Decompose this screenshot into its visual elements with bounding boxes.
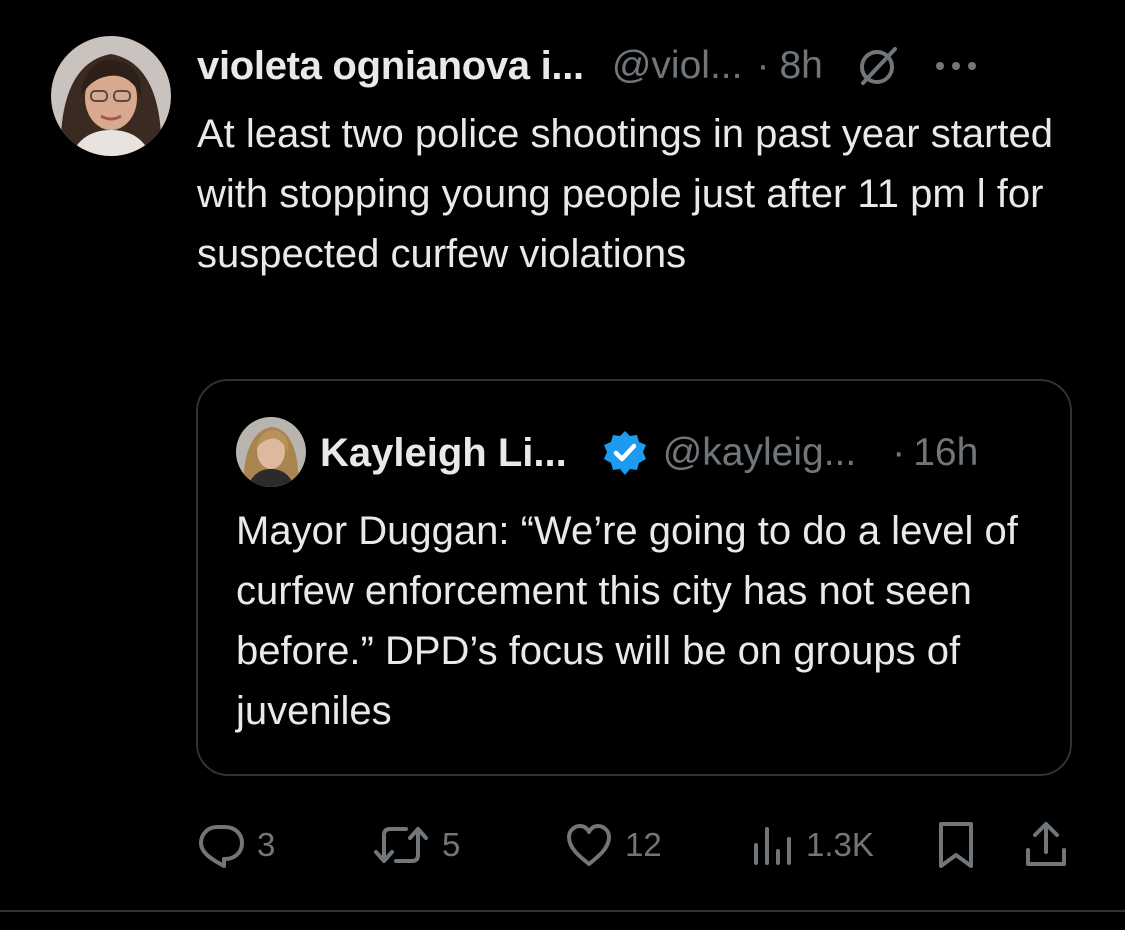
views-chart-icon xyxy=(754,827,791,865)
author-handle[interactable]: @viol... xyxy=(612,44,743,88)
tweet-divider xyxy=(0,910,1125,912)
quote-timestamp[interactable]: 16h xyxy=(913,431,978,475)
quote-avatar[interactable] xyxy=(236,417,306,487)
repost-icon xyxy=(374,827,428,863)
tweet-timestamp[interactable]: 8h xyxy=(779,44,822,88)
like-count: 12 xyxy=(625,826,662,863)
quote-author-name[interactable]: Kayleigh Li... xyxy=(320,431,567,476)
repost-count: 5 xyxy=(442,826,461,863)
share-button[interactable] xyxy=(1023,815,1069,875)
share-icon xyxy=(1026,822,1066,866)
view-count: 1.3K xyxy=(806,826,874,863)
bookmark-button[interactable] xyxy=(935,815,977,875)
action-bar: 3 5 12 1.3K xyxy=(197,815,1077,875)
tweet-text: At least two police shootings in past ye… xyxy=(197,112,1054,276)
reply-icon xyxy=(199,825,244,868)
reply-button[interactable]: 3 xyxy=(197,815,275,875)
quote-avatar-photo xyxy=(236,417,306,487)
quote-tweet-card[interactable]: Kayleigh Li... @kayleig... · 16h Mayor D… xyxy=(196,379,1072,776)
verified-badge-icon[interactable] xyxy=(601,429,649,477)
bookmark-icon xyxy=(939,822,973,868)
avatar-photo xyxy=(51,36,171,156)
quote-header: Kayleigh Li... @kayleig... · 16h xyxy=(320,425,978,481)
avatar[interactable] xyxy=(51,36,171,156)
tweet-header: violeta ognianova i... @viol... · 8h xyxy=(197,38,1075,94)
quote-text: Mayor Duggan: “We’re going to do a level… xyxy=(236,509,1018,733)
more-icon[interactable] xyxy=(933,56,979,76)
views-button[interactable]: 1.3K xyxy=(750,815,874,875)
author-name[interactable]: violeta ognianova i... xyxy=(197,44,584,89)
repost-button[interactable]: 5 xyxy=(372,815,460,875)
reply-count: 3 xyxy=(257,826,276,863)
like-button[interactable]: 12 xyxy=(565,815,662,875)
header-separator: · xyxy=(756,44,770,87)
quote-header-separator: · xyxy=(892,431,906,474)
quote-author-handle[interactable]: @kayleig... xyxy=(663,431,857,475)
grok-icon[interactable] xyxy=(853,41,903,91)
heart-icon xyxy=(567,824,611,866)
